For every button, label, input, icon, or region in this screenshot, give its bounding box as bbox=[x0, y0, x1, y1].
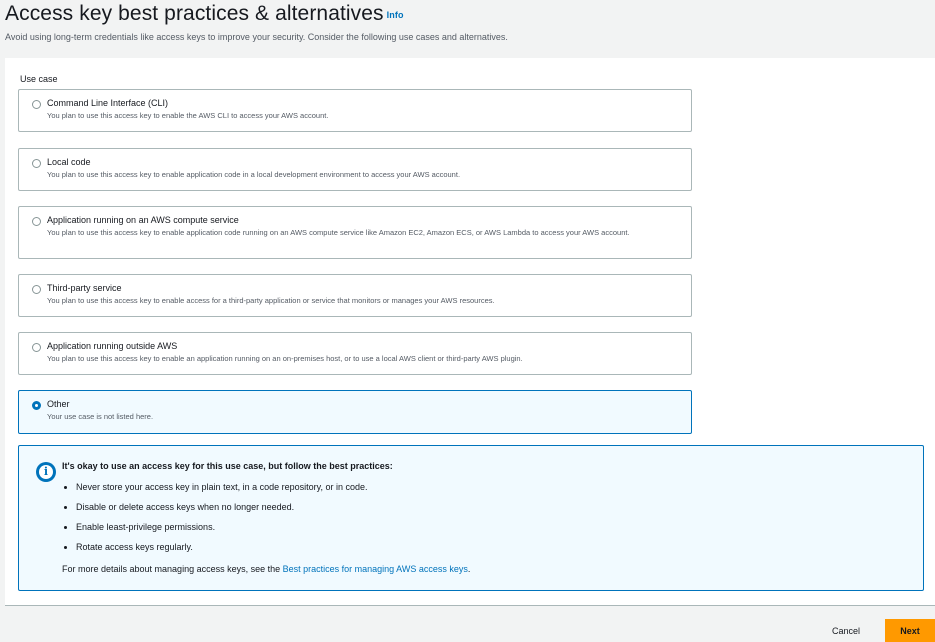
page-subtitle: Avoid using long-term credentials like a… bbox=[5, 32, 508, 42]
alert-title: It's okay to use an access key for this … bbox=[62, 461, 393, 471]
use-case-label: Use case bbox=[20, 74, 58, 84]
cancel-button[interactable]: Cancel bbox=[823, 621, 869, 641]
option-cli[interactable]: Command Line Interface (CLI) You plan to… bbox=[18, 89, 692, 132]
next-button[interactable]: Next bbox=[885, 619, 935, 642]
list-item: Never store your access key in plain tex… bbox=[76, 482, 367, 502]
radio-aws-compute[interactable] bbox=[32, 217, 41, 226]
page-title: Access key best practices & alternatives… bbox=[5, 0, 930, 29]
radio-third-party[interactable] bbox=[32, 285, 41, 294]
option-description: You plan to use this access key to enabl… bbox=[47, 296, 495, 305]
option-title: Command Line Interface (CLI) bbox=[47, 98, 169, 108]
best-practices-link[interactable]: Best practices for managing AWS access k… bbox=[283, 564, 468, 574]
alert-footer-period: . bbox=[467, 564, 471, 574]
option-local-code[interactable]: Local code You plan to use this access k… bbox=[18, 148, 692, 191]
option-description: You plan to use this access key to enabl… bbox=[47, 111, 329, 120]
option-title: Application running on an AWS compute se… bbox=[47, 215, 239, 225]
option-description: You plan to use this access key to enabl… bbox=[47, 354, 523, 363]
list-item: Disable or delete access keys when no lo… bbox=[76, 502, 367, 522]
option-description: You plan to use this access key to enabl… bbox=[47, 170, 461, 179]
list-item: Enable least-privilege permissions. bbox=[76, 522, 367, 542]
option-title: Application running outside AWS bbox=[47, 341, 178, 351]
option-title: Third-party service bbox=[47, 283, 122, 293]
option-outside-aws[interactable]: Application running outside AWS You plan… bbox=[18, 332, 692, 375]
option-title: Local code bbox=[47, 157, 91, 167]
use-case-panel: Use case Command Line Interface (CLI) Yo… bbox=[5, 58, 935, 606]
radio-local-code[interactable] bbox=[32, 159, 41, 168]
best-practices-alert: i It's okay to use an access key for thi… bbox=[18, 445, 924, 591]
info-icon: i bbox=[36, 462, 56, 482]
page-title-text: Access key best practices & alternatives bbox=[5, 2, 384, 25]
list-item: Rotate access keys regularly. bbox=[76, 542, 367, 562]
radio-cli[interactable] bbox=[32, 100, 41, 109]
option-third-party[interactable]: Third-party service You plan to use this… bbox=[18, 274, 692, 317]
option-description: Your use case is not listed here. bbox=[47, 412, 154, 421]
option-title: Other bbox=[47, 399, 70, 409]
option-description: You plan to use this access key to enabl… bbox=[47, 228, 630, 237]
info-link[interactable]: Info bbox=[387, 10, 404, 20]
page-header: Access key best practices & alternatives… bbox=[5, 0, 930, 43]
radio-outside-aws[interactable] bbox=[32, 343, 41, 352]
best-practices-list: Never store your access key in plain tex… bbox=[62, 482, 367, 562]
option-aws-compute[interactable]: Application running on an AWS compute se… bbox=[18, 206, 692, 259]
alert-footer-text: For more details about managing access k… bbox=[62, 564, 283, 574]
alert-footer: For more details about managing access k… bbox=[62, 564, 470, 574]
radio-other[interactable] bbox=[32, 401, 41, 410]
option-other[interactable]: Other Your use case is not listed here. bbox=[18, 390, 692, 434]
